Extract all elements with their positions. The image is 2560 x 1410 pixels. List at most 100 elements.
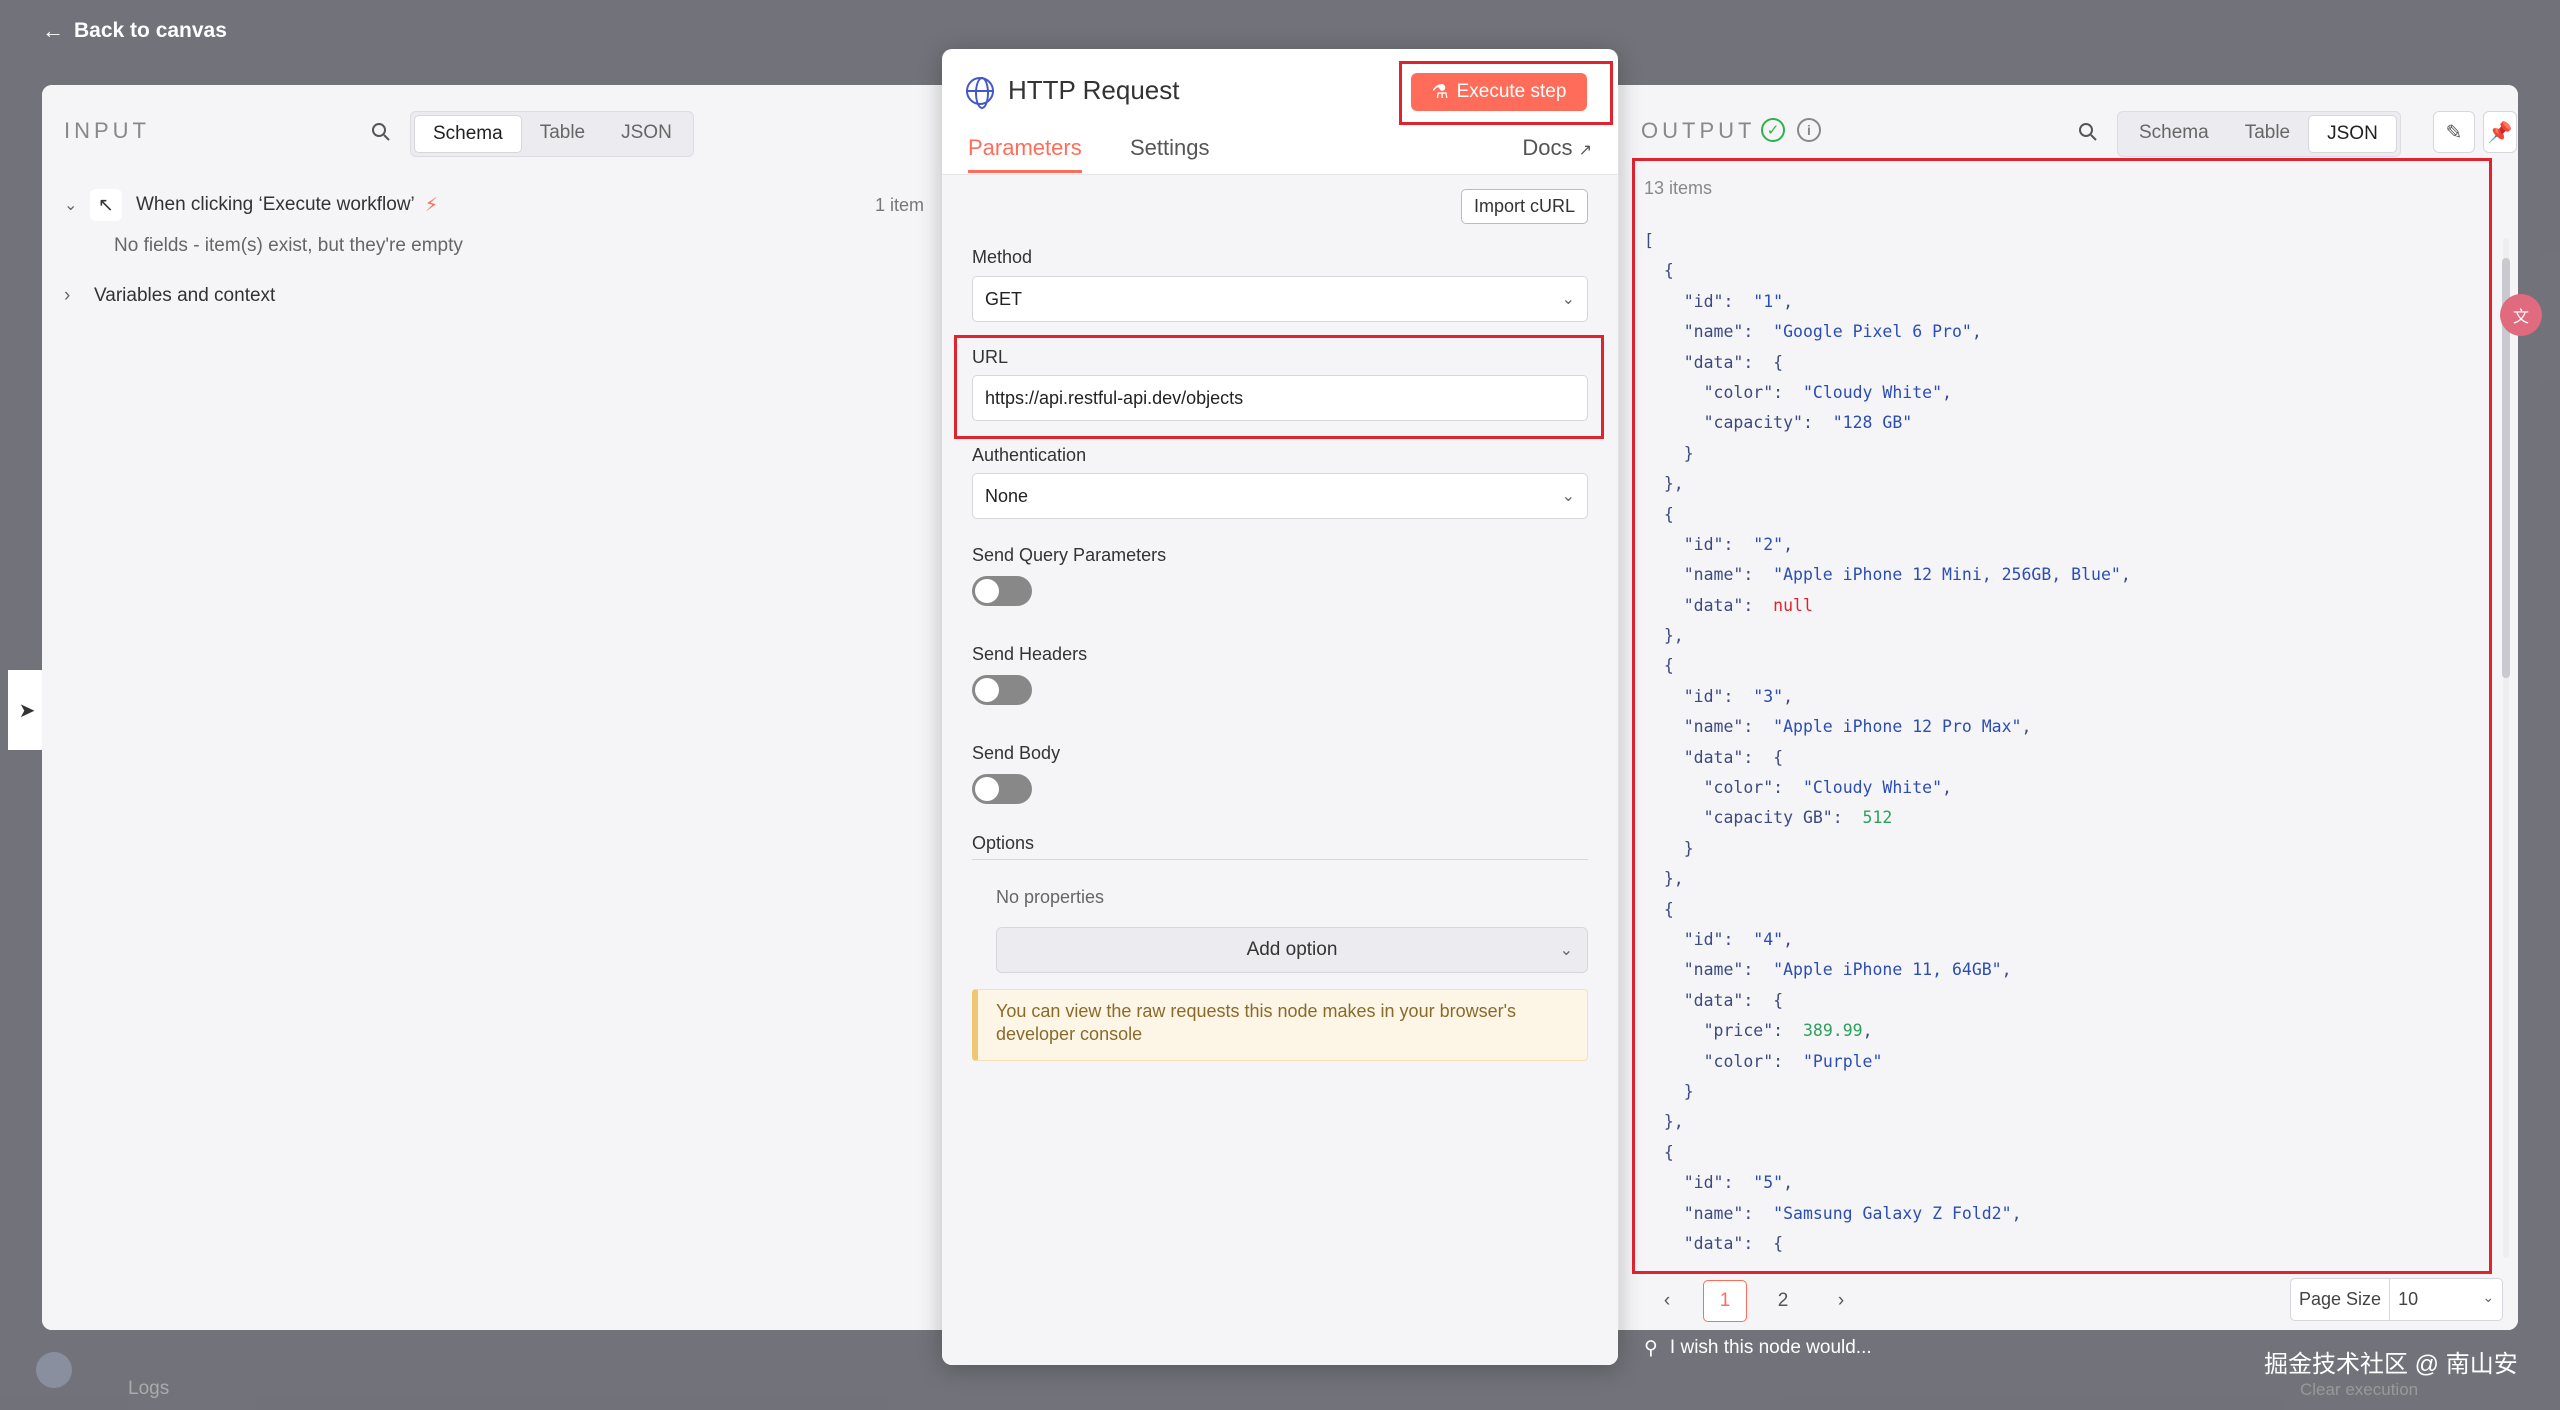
chevron-down-icon: ⌄ bbox=[1559, 942, 1573, 959]
input-panel: INPUT Schema Table JSON ⌄ ↖ When clickin… bbox=[42, 85, 942, 1330]
import-curl-button[interactable]: Import cURL bbox=[1460, 189, 1588, 224]
json-line: [ bbox=[1644, 231, 1654, 250]
prev-page-icon[interactable]: ‹ bbox=[1645, 1280, 1689, 1322]
json-line: }, bbox=[1644, 869, 1684, 889]
add-option-button[interactable]: Add option ⌄ bbox=[996, 927, 1588, 973]
wish-label: I wish this node would... bbox=[1669, 1337, 1872, 1358]
send-headers-label: Send Headers bbox=[972, 644, 1088, 664]
docs-link[interactable]: Docs ↗ bbox=[1522, 135, 1592, 161]
json-line: }, bbox=[1644, 1112, 1684, 1132]
json-line: "id": "2", bbox=[1644, 534, 1794, 554]
json-line: "name": "Samsung Galaxy Z Fold2", bbox=[1644, 1203, 2022, 1223]
json-line: "color": "Cloudy White", bbox=[1644, 382, 1952, 402]
success-check-icon: ✓ bbox=[1761, 118, 1785, 142]
url-input[interactable]: https://api.restful-api.dev/objects bbox=[972, 375, 1588, 421]
json-output-view[interactable]: [ { "id": "1", "name": "Google Pixel 6 P… bbox=[1644, 226, 2464, 1266]
node-header: HTTP Request bbox=[966, 75, 1180, 109]
pin-icon[interactable]: 📌 bbox=[2483, 111, 2517, 153]
notice-line-1: You can view the raw requests this node … bbox=[996, 1001, 1517, 1021]
back-to-canvas-link[interactable]: ← Back to canvas bbox=[42, 18, 227, 44]
method-label: Method bbox=[972, 247, 1033, 267]
input-tab-schema[interactable]: Schema bbox=[414, 115, 522, 153]
add-option-label: Add option bbox=[1246, 939, 1338, 960]
method-select[interactable]: GET ⌄ bbox=[972, 276, 1588, 322]
json-line: "name": "Apple iPhone 11, 64GB", bbox=[1644, 960, 2012, 980]
logs-label[interactable]: Logs bbox=[128, 1378, 169, 1400]
json-line: "name": "Apple iPhone 12 Pro Max", bbox=[1644, 717, 2032, 737]
input-tab-json[interactable]: JSON bbox=[603, 115, 690, 153]
json-line: "color": "Cloudy White", bbox=[1644, 778, 1952, 798]
json-line: }, bbox=[1644, 474, 1684, 494]
tab-settings[interactable]: Settings bbox=[1130, 135, 1210, 161]
pointer-icon: ➤ bbox=[18, 699, 36, 722]
cursor-icon: ↖ bbox=[90, 189, 122, 221]
send-query-label: Send Query Parameters bbox=[972, 545, 1167, 565]
json-line: "name": "Apple iPhone 12 Mini, 256GB, Bl… bbox=[1644, 565, 2131, 585]
search-icon[interactable] bbox=[360, 111, 402, 153]
feedback-link[interactable]: ⚲ I wish this node would... bbox=[1644, 1337, 1872, 1360]
input-view-switcher: Schema Table JSON bbox=[410, 111, 694, 157]
page-size-select[interactable]: 10 ⌄ bbox=[2389, 1278, 2504, 1321]
send-headers-toggle[interactable] bbox=[972, 675, 1032, 705]
page-size-control: Page Size 10 ⌄ bbox=[2290, 1278, 2504, 1321]
lightbulb-icon: ⚲ bbox=[1644, 1338, 1658, 1359]
clear-execution-button[interactable]: Clear execution bbox=[2300, 1380, 2418, 1400]
send-query-toggle[interactable] bbox=[972, 576, 1032, 606]
chevron-down-icon: ⌄ bbox=[2482, 1289, 2495, 1305]
json-line: "id": "5", bbox=[1644, 1173, 1794, 1193]
send-body-toggle[interactable] bbox=[972, 774, 1032, 804]
edit-pencil-icon[interactable]: ✎ bbox=[2433, 111, 2475, 153]
page-size-label: Page Size bbox=[2290, 1278, 2390, 1321]
info-icon[interactable]: i bbox=[1797, 118, 1821, 142]
input-title: INPUT bbox=[64, 118, 150, 143]
output-items-count: 13 items bbox=[1644, 178, 1713, 198]
arrow-left-icon: ← bbox=[42, 18, 64, 43]
docs-label: Docs bbox=[1522, 135, 1573, 160]
json-line: "id": "3", bbox=[1644, 686, 1794, 706]
json-line: "data": { bbox=[1644, 747, 1784, 767]
json-line: "capacity": "128 GB" bbox=[1644, 413, 1913, 433]
chevron-down-icon[interactable]: ⌄ bbox=[64, 195, 90, 215]
json-line: }, bbox=[1644, 626, 1684, 646]
authentication-select[interactable]: None ⌄ bbox=[972, 473, 1588, 519]
output-view-switcher: Schema Table JSON bbox=[2117, 111, 2401, 157]
url-value: https://api.restful-api.dev/objects bbox=[985, 387, 1244, 408]
output-scrollbar[interactable] bbox=[2500, 238, 2512, 1258]
input-collapse-tab[interactable]: ➤ bbox=[8, 670, 46, 750]
json-line: "data": { bbox=[1644, 1233, 1784, 1253]
node-title: HTTP Request bbox=[1008, 75, 1180, 105]
input-tab-table[interactable]: Table bbox=[522, 115, 603, 153]
execute-step-button[interactable]: ⚗ Execute step bbox=[1411, 73, 1587, 111]
json-line: { bbox=[1644, 899, 1674, 919]
authentication-value: None bbox=[985, 485, 1029, 506]
next-page-icon[interactable]: › bbox=[1819, 1280, 1863, 1322]
trigger-node-row[interactable]: ⌄ ↖ When clicking ‘Execute workflow’ ⚡ 1… bbox=[64, 185, 924, 225]
json-line: "capacity GB": 512 bbox=[1644, 808, 1893, 828]
watermark: 掘金技术社区 @ 南山安 bbox=[2264, 1351, 2518, 1378]
output-tab-json[interactable]: JSON bbox=[2308, 115, 2397, 153]
flask-icon: ⚗ bbox=[1431, 81, 1449, 103]
variables-label: Variables and context bbox=[94, 285, 276, 306]
parameters-body: Import cURL Method GET ⌄ URL https://api… bbox=[942, 175, 1618, 1365]
options-divider bbox=[972, 859, 1588, 860]
translate-icon[interactable]: 文 bbox=[2500, 294, 2542, 336]
output-tab-table[interactable]: Table bbox=[2227, 115, 2308, 153]
url-label: URL bbox=[972, 347, 1009, 367]
page-2[interactable]: 2 bbox=[1761, 1280, 1805, 1322]
page-1[interactable]: 1 bbox=[1703, 1280, 1747, 1322]
variables-context-row[interactable]: › Variables and context bbox=[64, 285, 275, 307]
trigger-item-count: 1 item bbox=[874, 194, 924, 215]
json-line: "data": null bbox=[1644, 595, 1813, 615]
json-line: } bbox=[1644, 443, 1694, 463]
notice-line-2: developer console bbox=[996, 1023, 1143, 1044]
execute-step-label: Execute step bbox=[1456, 81, 1567, 102]
output-search-icon[interactable] bbox=[2067, 111, 2109, 153]
empty-fields-note: No fields - item(s) exist, but they're e… bbox=[114, 235, 463, 256]
output-tab-schema[interactable]: Schema bbox=[2121, 115, 2227, 153]
node-parameters-panel: HTTP Request ⚗ Execute step Parameters S… bbox=[942, 49, 1618, 1365]
tab-parameters[interactable]: Parameters bbox=[968, 135, 1082, 173]
json-line: "name": "Google Pixel 6 Pro", bbox=[1644, 322, 1982, 342]
chevron-right-icon: › bbox=[64, 285, 71, 306]
json-line: { bbox=[1644, 261, 1674, 281]
avatar[interactable] bbox=[36, 1352, 72, 1388]
